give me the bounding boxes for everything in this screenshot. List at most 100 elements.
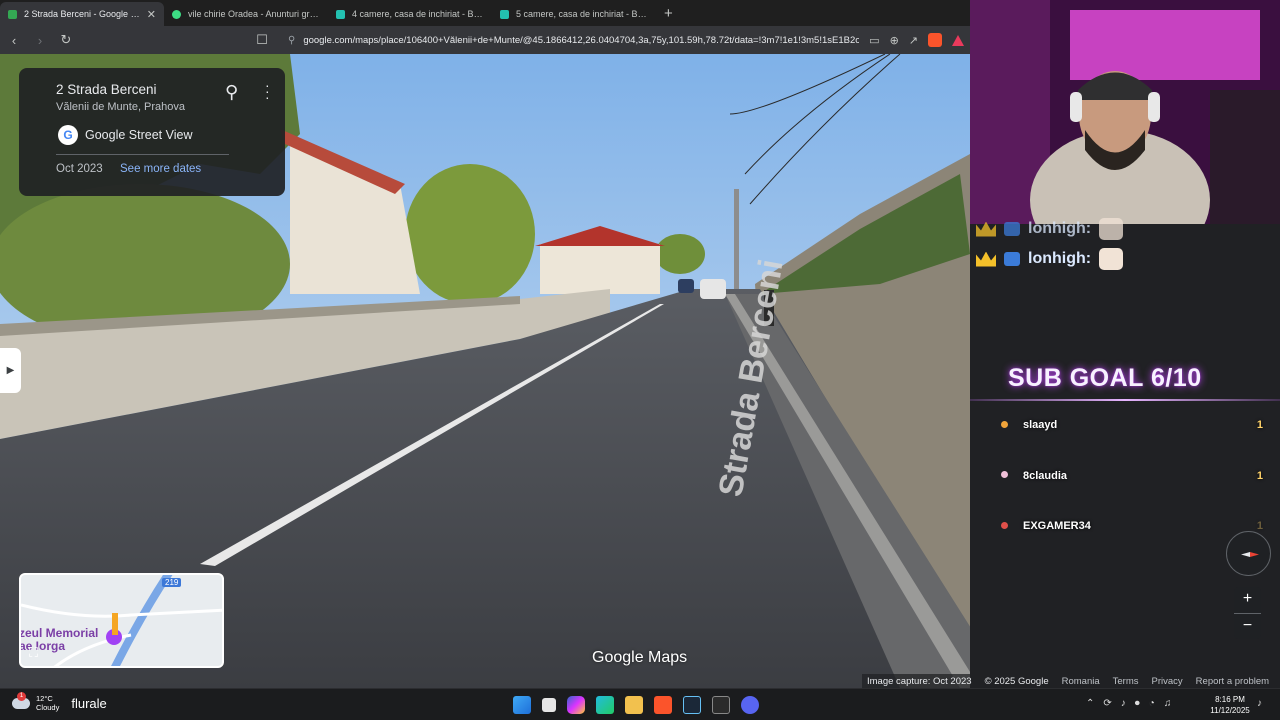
chat-message: lonhigh: xyxy=(976,248,1124,270)
invader-badge-icon xyxy=(1004,222,1020,236)
minimap[interactable]: 219 zeul Memorial ae Iorga ⛶ xyxy=(19,573,224,668)
file-explorer-icon[interactable] xyxy=(625,696,643,714)
subscriber-row: slaayd 1 xyxy=(1023,419,1263,431)
subscriber-row: 8claudia 1 xyxy=(1023,470,1263,482)
subscriber-name: slaayd xyxy=(1023,419,1058,431)
subscriber-dot-icon xyxy=(1001,471,1008,478)
site-info-icon[interactable]: ⚲ xyxy=(288,35,295,46)
chat-username: lonhigh: xyxy=(1028,250,1092,267)
url-text: google.com/maps/place/106400+Vălenii+de+… xyxy=(303,34,860,46)
subscriber-dot-icon xyxy=(1001,522,1008,529)
cast-icon[interactable]: ▭ xyxy=(869,34,879,47)
tab-5-camere[interactable]: 5 camere, casa de inchiriat - Bihor (ju xyxy=(492,2,656,26)
address-bar-row: ‹ › ↻ ☐ ⚲ google.com/maps/place/106400+V… xyxy=(0,26,970,54)
tab-title: 4 camere, casa de inchiriat - Bihor (ju xyxy=(352,9,484,19)
zoom-icon[interactable]: ⊕ xyxy=(890,34,899,47)
subscriber-row: EXGAMER34 1 xyxy=(1023,520,1263,532)
url-field[interactable]: ⚲ google.com/maps/place/106400+Vălenii+d… xyxy=(280,29,859,51)
more-options-icon[interactable]: · · · xyxy=(265,78,270,104)
see-more-dates-link[interactable]: See more dates xyxy=(120,163,201,175)
service-label: Google Street View xyxy=(85,128,193,142)
clock-time: 8:16 PM xyxy=(1215,695,1245,704)
webcam-feed xyxy=(970,0,1280,224)
clock[interactable]: 8:16 PM 11/12/2025 xyxy=(1207,694,1253,716)
cat-emote-icon xyxy=(1099,248,1124,270)
site-favicon-icon xyxy=(500,9,509,19)
temperature: 12°C xyxy=(36,694,53,703)
chat-username: lonhigh: xyxy=(1028,220,1092,237)
expand-panel-button[interactable]: ▶ xyxy=(0,348,21,393)
weather-condition: Cloudy xyxy=(36,703,60,712)
brave-shields-icon[interactable] xyxy=(928,33,942,47)
subscriber-count: 1 xyxy=(1256,520,1263,532)
place-locality: Vălenii de Munte, Prahova xyxy=(56,101,186,113)
tray-overflow-icon[interactable]: ⌃ xyxy=(1086,698,1094,709)
brave-rewards-icon[interactable] xyxy=(952,34,964,46)
tab-google-maps[interactable]: 2 Strada Berceni - Google Maps ✕ xyxy=(0,2,164,26)
map-pin-icon[interactable]: ⚲ xyxy=(225,82,238,103)
tab-title: 5 camere, casa de inchiriat - Bihor (ju xyxy=(516,9,648,19)
windows-start-icon[interactable] xyxy=(513,696,531,714)
copilot-icon[interactable] xyxy=(567,696,585,714)
clock-date: 11/12/2025 xyxy=(1210,706,1250,715)
zoom-out-button[interactable]: − xyxy=(1234,614,1261,640)
cat-emote-icon xyxy=(1099,218,1124,240)
google-maps-logo: Google Maps xyxy=(592,649,688,666)
notifications-icon[interactable]: ♪ xyxy=(1257,698,1262,709)
edge-icon[interactable] xyxy=(596,696,614,714)
chevron-right-icon: ▶ xyxy=(6,365,15,376)
forward-icon[interactable]: › xyxy=(32,33,48,48)
subscriber-dot-icon xyxy=(1001,421,1008,428)
reload-icon[interactable]: ↻ xyxy=(58,32,74,48)
discord-icon[interactable] xyxy=(741,696,759,714)
tab-4-camere[interactable]: 4 camere, casa de inchiriat - Bihor (ju xyxy=(328,2,492,26)
steam-icon[interactable] xyxy=(683,696,701,714)
tab-title: vile chirie Oradea - Anunturi gratuite xyxy=(188,9,320,19)
compass-needle-icon xyxy=(1241,552,1259,557)
place-info-card: 2 Strada Berceni Vălenii de Munte, Praho… xyxy=(19,68,285,196)
task-view-icon[interactable] xyxy=(542,698,556,712)
back-icon[interactable]: ‹ xyxy=(6,33,22,48)
bookmark-icon[interactable]: ☐ xyxy=(254,32,270,48)
news-ticker: flurale xyxy=(71,695,107,711)
volume-icon[interactable]: ♪ xyxy=(1121,698,1126,709)
notification-badge: 1 xyxy=(17,691,26,701)
taskbar: 1 12°C Cloudy flurale ⌃ ⟳ ♪ ⏺ ◔ ♫ 8:16 P… xyxy=(0,688,1280,720)
subscriber-name: 8claudia xyxy=(1023,470,1068,482)
divider xyxy=(56,154,229,155)
capture-date: Oct 2023 xyxy=(56,163,103,175)
zoom-controls: + − xyxy=(1234,587,1261,639)
expand-map-icon[interactable]: ⛶ xyxy=(29,645,38,661)
subscriber-count: 1 xyxy=(1256,470,1263,482)
tab-strip: 2 Strada Berceni - Google Maps ✕ vile ch… xyxy=(0,0,970,26)
subscriber-name: EXGAMER34 xyxy=(1023,520,1091,532)
subscriber-count: 1 xyxy=(1256,419,1263,431)
speaker-icon[interactable]: ♫ xyxy=(1164,698,1172,709)
sub-goal-divider xyxy=(970,399,1280,401)
sub-goal-title: SUB GOAL 6/10 xyxy=(1008,364,1202,392)
site-favicon-icon xyxy=(336,9,345,19)
google-logo-icon: G xyxy=(58,125,78,145)
share-icon[interactable]: ↗ xyxy=(909,34,918,47)
image-capture-label: Image capture: Oct 2023 xyxy=(867,675,972,687)
place-address: 2 Strada Berceni xyxy=(56,82,157,97)
xbox-icon[interactable] xyxy=(712,696,730,714)
google-maps-favicon-icon xyxy=(8,9,17,19)
weather-widget[interactable]: 1 12°C Cloudy flurale xyxy=(12,691,107,712)
new-tab-button[interactable]: + xyxy=(656,5,681,26)
crown-badge-icon xyxy=(976,221,996,237)
minimap-roads xyxy=(21,575,222,666)
tab-vile-chirie[interactable]: vile chirie Oradea - Anunturi gratuite xyxy=(164,2,328,26)
crown-badge-icon xyxy=(976,251,996,267)
chat-message: lonhigh: xyxy=(976,218,1124,240)
site-favicon-icon xyxy=(172,9,181,19)
zoom-in-button[interactable]: + xyxy=(1234,587,1261,613)
microphone-icon[interactable]: ⏺ xyxy=(1135,698,1140,709)
invader-badge-icon xyxy=(1004,252,1020,266)
close-tab-icon[interactable]: ✕ xyxy=(147,8,156,21)
brave-browser-icon[interactable] xyxy=(654,696,672,714)
tab-title: 2 Strada Berceni - Google Maps xyxy=(24,9,140,19)
network-sync-icon[interactable]: ⟳ xyxy=(1103,698,1111,709)
compass-button[interactable] xyxy=(1226,531,1271,576)
wifi-icon[interactable]: ◔ xyxy=(1149,698,1155,709)
